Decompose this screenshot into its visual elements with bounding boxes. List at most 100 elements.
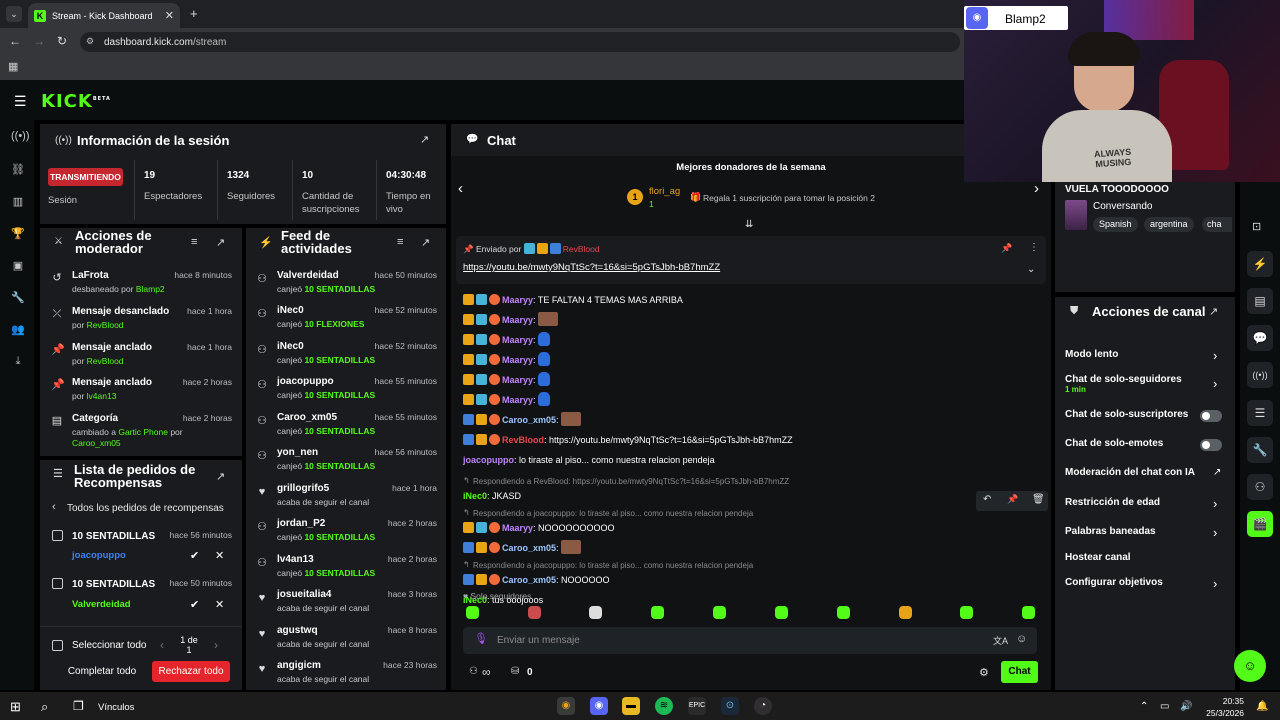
filter-icon[interactable]: ≡ <box>397 236 403 248</box>
approve-check-icon[interactable]: ✔ <box>190 598 199 611</box>
windows-start-icon[interactable]: ⊞ <box>10 699 21 715</box>
next-page-icon[interactable]: › <box>214 638 218 652</box>
reply-icon[interactable]: ↶ <box>983 494 991 505</box>
popout-icon[interactable]: ↗ <box>421 236 430 249</box>
select-all-checkbox[interactable] <box>52 640 63 651</box>
channel-action-item[interactable]: Configurar objetivos <box>1065 577 1163 588</box>
send-chat-button[interactable]: Chat <box>1001 661 1038 683</box>
chat-message[interactable]: Caroo_xm05: NOOOOOO <box>463 572 610 588</box>
activity-user[interactable]: lv4an13 <box>277 554 314 565</box>
emote-icon[interactable] <box>960 606 973 619</box>
collapse-icon[interactable]: ⇊ <box>745 219 753 230</box>
chat-message[interactable]: Maaryy: NOOOOOOOOOO <box>463 520 615 536</box>
chevron-right-icon[interactable]: › <box>1213 376 1217 391</box>
pin-message-icon[interactable]: 📌 <box>1007 494 1018 505</box>
toggle-switch[interactable] <box>1200 439 1222 451</box>
more-options-icon[interactable]: ⋮ <box>1029 242 1039 253</box>
list-rail-icon[interactable]: ☰ <box>1247 400 1273 426</box>
chat-message[interactable]: Caroo_xm05: <box>463 540 582 556</box>
emote-icon[interactable] <box>1022 606 1035 619</box>
spotify-icon[interactable]: ≋ <box>655 697 673 715</box>
activity-user[interactable]: josueitalia4 <box>277 589 331 600</box>
activity-user[interactable]: agustwq <box>277 625 318 636</box>
tray-chevron-icon[interactable]: ⌃ <box>1140 701 1148 712</box>
reply-context[interactable]: Respondiendo a joacopuppo: lo tiraste al… <box>473 561 753 570</box>
popout-icon[interactable]: ↗ <box>420 133 429 146</box>
chat-message[interactable]: Maaryy: <box>463 312 559 328</box>
channel-action-item[interactable]: Modo lento <box>1065 349 1118 360</box>
activity-user[interactable]: Caroo_xm05 <box>277 412 337 423</box>
tab-list-button[interactable]: ⌄ <box>6 6 22 22</box>
activity-user[interactable]: Valverdeidad <box>277 270 339 281</box>
complete-all-button[interactable]: Completar todo <box>62 662 142 682</box>
wrench-rail-icon[interactable]: 🔧 <box>1247 437 1273 463</box>
stream-category[interactable]: Conversando <box>1093 201 1152 212</box>
activity-user[interactable]: angigicm <box>277 660 321 671</box>
emote-icon[interactable] <box>466 606 479 619</box>
close-tab-icon[interactable]: ✕ <box>165 9 174 22</box>
toggle-switch[interactable] <box>1200 410 1222 422</box>
task-view-icon[interactable]: ❐ <box>73 699 84 713</box>
delete-icon[interactable]: 🗑 <box>1032 494 1045 505</box>
apps-grid-icon[interactable]: ▦ <box>8 60 18 73</box>
reply-context[interactable]: Respondiendo a joacopuppo: lo tiraste al… <box>473 509 753 518</box>
chevron-right-icon[interactable]: › <box>1213 496 1217 511</box>
channel-action-item[interactable]: Chat de solo-seguidores <box>1065 374 1182 385</box>
emote-icon[interactable] <box>528 606 541 619</box>
chat-message[interactable]: iNec0: JKASD <box>463 488 521 504</box>
activity-user[interactable]: yon_nen <box>277 447 318 458</box>
emoji-icon[interactable]: ☺ <box>1016 633 1027 645</box>
chat-message[interactable]: Maaryy: <box>463 352 551 368</box>
request-checkbox[interactable] <box>52 578 63 589</box>
filter-icon[interactable]: ≡ <box>191 236 197 248</box>
chat-rail-icon[interactable]: 💬 <box>1247 325 1273 351</box>
media-icon[interactable]: ▣ <box>11 259 25 273</box>
unpin-icon[interactable]: 📌 <box>1001 243 1012 254</box>
steam-icon[interactable]: ⊙ <box>721 697 739 715</box>
trophy-icon[interactable]: 🏆 <box>11 227 25 241</box>
request-checkbox[interactable] <box>52 530 63 541</box>
external-link-icon[interactable]: ↗ <box>1213 467 1221 478</box>
broadcast-rail-icon[interactable]: ((•)) <box>1247 362 1273 388</box>
channel-action-item[interactable]: Chat de solo-suscriptores <box>1065 409 1188 420</box>
chat-message[interactable]: Maaryy: <box>463 392 551 408</box>
menu-hamburger-icon[interactable]: ☰ <box>14 93 27 110</box>
channel-action-item[interactable]: Chat de solo-emotes <box>1065 438 1163 449</box>
tag[interactable]: Spanish <box>1093 217 1138 232</box>
chat-message[interactable]: RevBlood: https://youtu.be/mwty9NqTtSc?t… <box>463 432 793 448</box>
network-icon[interactable]: ▭ <box>1160 701 1169 712</box>
chat-message[interactable]: Maaryy: TE FALTAN 4 TEMAS MAS ARRIBA <box>463 292 683 308</box>
reject-x-icon[interactable]: ✕ <box>215 598 224 611</box>
activity-user[interactable]: iNec0 <box>277 341 304 352</box>
back-icon[interactable]: ← <box>9 34 21 48</box>
expand-icon[interactable]: ⌄ <box>1027 264 1035 275</box>
reload-icon[interactable]: ↻ <box>57 34 67 48</box>
channel-action-item[interactable]: Restricción de edad <box>1065 497 1160 508</box>
popout-icon[interactable]: ↗ <box>1209 305 1218 318</box>
emote-icon[interactable] <box>651 606 664 619</box>
tag[interactable]: cha <box>1202 217 1232 232</box>
volume-icon[interactable]: 🔊 <box>1180 701 1192 712</box>
community-icon[interactable]: 👥 <box>11 323 25 337</box>
new-tab-button[interactable]: + <box>190 6 198 21</box>
back-chevron-icon[interactable]: ‹ <box>52 501 56 513</box>
chat-message[interactable]: Maaryy: <box>463 332 551 348</box>
reject-all-button[interactable]: Rechazar todo <box>152 661 230 682</box>
links-label[interactable]: Vínculos <box>98 702 134 713</box>
focus-icon[interactable]: ⊡ <box>1252 220 1261 233</box>
site-info-icon[interactable]: ⚙ <box>86 36 94 47</box>
translate-icon[interactable]: 文A <box>993 634 1008 647</box>
activity-user[interactable]: joacopuppo <box>277 376 334 387</box>
notes-rail-icon[interactable]: ▤ <box>1247 288 1273 314</box>
chevron-right-icon[interactable]: › <box>1213 348 1217 363</box>
approve-check-icon[interactable]: ✔ <box>190 549 199 562</box>
chrome-icon[interactable]: ◉ <box>557 697 575 715</box>
reject-x-icon[interactable]: ✕ <box>215 549 224 562</box>
browser-tab[interactable]: K Stream - Kick Dashboard ✕ <box>28 3 180 28</box>
emote-icon[interactable] <box>589 606 602 619</box>
analytics-icon[interactable]: ▥ <box>11 195 25 209</box>
upload-icon[interactable]: ⤓ <box>11 355 25 369</box>
emote-icon[interactable] <box>713 606 726 619</box>
chat-settings-icon[interactable]: ⚙ <box>979 666 989 679</box>
emote-icon[interactable] <box>775 606 788 619</box>
